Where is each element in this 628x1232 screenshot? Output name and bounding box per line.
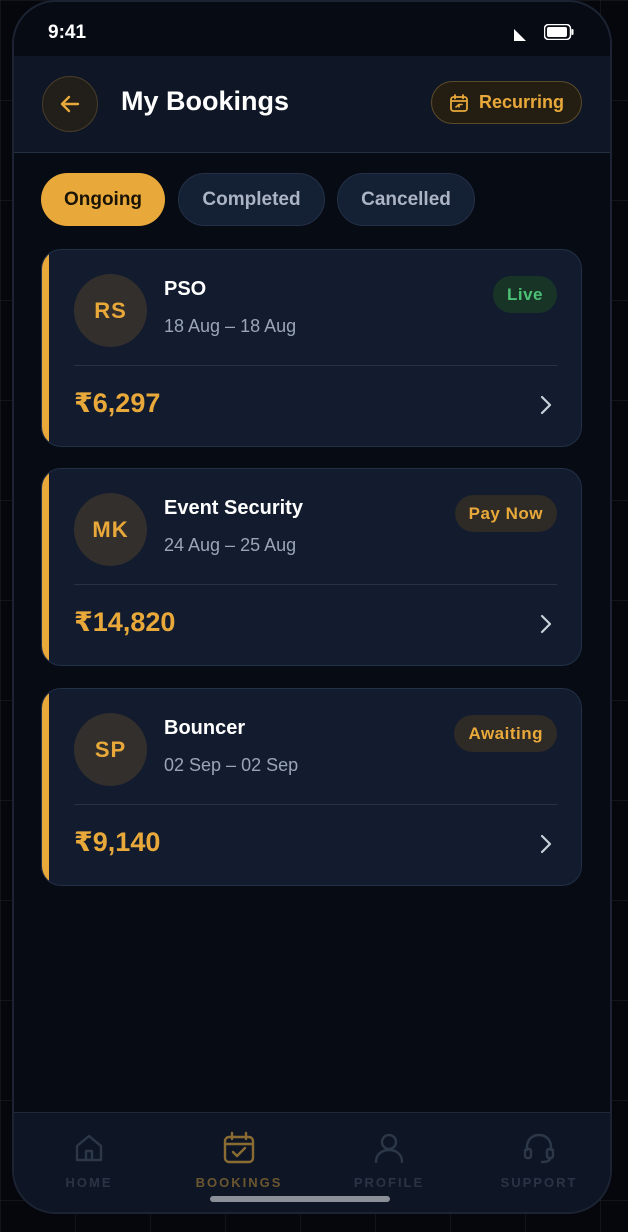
status-time: 9:41 [48,22,87,43]
pay-now-badge[interactable]: Pay Now [454,495,557,532]
signal-icon [514,29,526,41]
avatar: SP [74,713,147,786]
nav-label: SUPPORT [500,1175,578,1190]
chevron-right-icon[interactable] [535,832,557,856]
booking-amount: ₹6,297 [74,388,161,418]
chevron-right-icon[interactable] [535,612,557,636]
battery-icon [544,24,574,40]
card-divider [74,584,557,585]
booking-card[interactable]: MK Event Security 24 Aug – 25 Aug Pay No… [41,468,582,666]
avatar: MK [74,493,147,566]
service-name: PSO [164,278,207,300]
recurring-calendar-icon [450,93,468,112]
avatar: RS [74,274,147,347]
back-button[interactable] [42,76,98,132]
booking-amount: ₹9,140 [74,827,161,857]
nav-label: PROFILE [353,1175,425,1190]
tab-ongoing[interactable]: Ongoing [41,173,165,226]
booking-amount: ₹14,820 [74,607,176,637]
card-accent-bar [42,250,49,446]
home-indicator [210,1196,390,1202]
card-accent-bar [42,689,49,885]
status-badge: Awaiting [454,715,557,752]
card-divider [74,804,557,805]
booking-dates: 24 Aug – 25 Aug [164,535,297,555]
nav-label: BOOKINGS [195,1175,283,1190]
service-name: Event Security [164,497,303,519]
status-badge: Live [492,276,557,313]
recurring-label: Recurring [478,92,565,112]
nav-label: HOME [65,1175,113,1190]
chevron-right-icon[interactable] [535,393,557,417]
arrow-left-icon [60,95,80,113]
user-icon [370,1129,408,1167]
nav-support[interactable]: SUPPORT [464,1113,610,1212]
app-header: My Bookings Recurring [14,56,610,153]
booking-card[interactable]: SP Bouncer 02 Sep – 02 Sep Awaiting ₹9,1… [41,688,582,886]
page-title: My Bookings [121,86,290,116]
status-bar: 9:41 [14,2,610,56]
card-accent-bar [42,469,49,665]
home-icon [70,1129,108,1167]
recurring-button[interactable]: Recurring [431,81,582,124]
card-divider [74,365,557,366]
tab-completed[interactable]: Completed [178,173,325,226]
booking-dates: 18 Aug – 18 Aug [164,316,297,336]
service-name: Bouncer [164,717,246,739]
headset-icon [520,1129,558,1167]
tab-cancelled[interactable]: Cancelled [337,173,475,226]
booking-dates: 02 Sep – 02 Sep [164,755,299,775]
phone-frame: 9:41 My Bookings Recurring Ongoing Compl… [12,0,612,1214]
nav-home[interactable]: HOME [14,1113,164,1212]
booking-card[interactable]: RS PSO 18 Aug – 18 Aug Live ₹6,297 [41,249,582,447]
calendar-check-icon [220,1129,258,1167]
